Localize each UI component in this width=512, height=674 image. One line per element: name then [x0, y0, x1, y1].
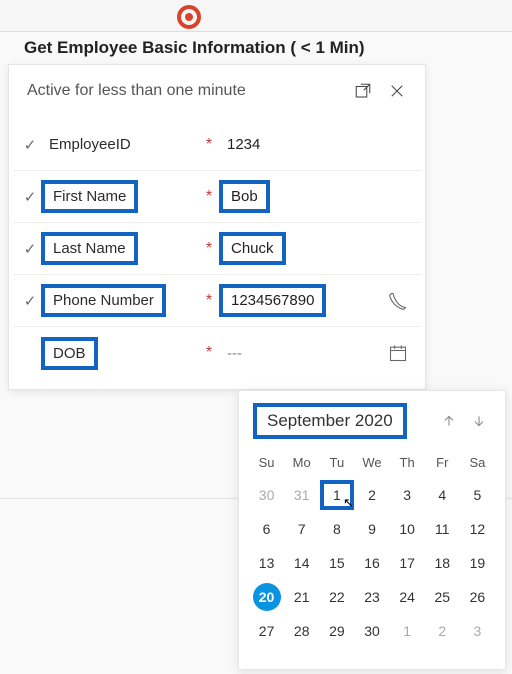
field-first-name: ✓ First Name * Bob — [13, 171, 421, 223]
field-phone: ✓ Phone Number * 1234567890 — [13, 275, 421, 327]
calendar-icon[interactable] — [381, 343, 415, 363]
check-icon: ✓ — [19, 136, 41, 154]
field-label: Phone Number — [41, 284, 166, 317]
breadcrumb-duration: ( < 1 Min) — [286, 38, 365, 57]
field-employee-id: ✓ EmployeeID * 1234 — [13, 119, 421, 171]
calendar-day[interactable]: 19 — [460, 548, 495, 578]
field-value[interactable]: --- — [219, 341, 250, 366]
breadcrumb: Get Employee Basic Information ( < 1 Min… — [24, 38, 512, 58]
calendar-day[interactable]: 2 — [425, 616, 460, 646]
calendar-day[interactable]: 13 — [249, 548, 284, 578]
breadcrumb-title: Get Employee Basic Information — [24, 38, 286, 57]
required-asterisk: * — [199, 240, 219, 258]
app-top-bar — [0, 0, 512, 32]
calendar-day[interactable]: 30 — [249, 480, 284, 510]
task-panel: Active for less than one minute ✓ Employ… — [8, 64, 426, 390]
calendar-day[interactable]: 1 — [390, 616, 425, 646]
calendar-day[interactable]: 3 — [460, 616, 495, 646]
dow-label: Sa — [460, 449, 495, 476]
calendar-day[interactable]: 16 — [354, 548, 389, 578]
calendar-day[interactable]: 4 — [425, 480, 460, 510]
required-asterisk: * — [199, 188, 219, 206]
calendar-day[interactable]: 24 — [390, 582, 425, 612]
calendar-day[interactable]: 17 — [390, 548, 425, 578]
close-icon[interactable] — [387, 81, 407, 101]
calendar-day[interactable]: 27 — [249, 616, 284, 646]
field-label: First Name — [41, 180, 138, 213]
field-value[interactable]: 1234567890 — [219, 284, 326, 317]
field-value[interactable]: 1234 — [219, 132, 268, 157]
month-year-label[interactable]: September 2020 — [253, 403, 407, 439]
date-picker: September 2020 SuMoTuWeThFrSa30311↖23456… — [238, 390, 506, 670]
calendar-day[interactable]: 1↖ — [319, 480, 354, 510]
calendar-day[interactable]: 22 — [319, 582, 354, 612]
check-icon: ✓ — [19, 240, 41, 258]
required-asterisk: * — [199, 292, 219, 310]
calendar-day[interactable]: 31 — [284, 480, 319, 510]
dow-label: Th — [390, 449, 425, 476]
phone-icon[interactable] — [381, 291, 415, 311]
field-label: Last Name — [41, 232, 138, 265]
dow-label: Fr — [425, 449, 460, 476]
mouse-cursor-icon: ↖ — [343, 492, 354, 514]
dow-label: We — [354, 449, 389, 476]
calendar-day[interactable]: 7 — [284, 514, 319, 544]
calendar-day[interactable]: 12 — [460, 514, 495, 544]
calendar-day[interactable]: 26 — [460, 582, 495, 612]
field-label: EmployeeID — [41, 132, 139, 157]
check-icon: ✓ — [19, 188, 41, 206]
calendar-day[interactable]: 29 — [319, 616, 354, 646]
calendar-day[interactable]: 5 — [460, 480, 495, 510]
required-asterisk: * — [199, 136, 219, 154]
calendar-day[interactable]: 23 — [354, 582, 389, 612]
calendar-day[interactable]: 25 — [425, 582, 460, 612]
calendar-day[interactable]: 21 — [284, 582, 319, 612]
calendar-day[interactable]: 10 — [390, 514, 425, 544]
calendar-day[interactable]: 3 — [390, 480, 425, 510]
calendar-day[interactable]: 8 — [319, 514, 354, 544]
calendar-day[interactable]: 20 — [253, 583, 281, 611]
popout-icon[interactable] — [353, 81, 373, 101]
dow-label: Mo — [284, 449, 319, 476]
calendar-day[interactable]: 18 — [425, 548, 460, 578]
calendar-day[interactable]: 6 — [249, 514, 284, 544]
check-icon: ✓ — [19, 292, 41, 310]
field-value[interactable]: Bob — [219, 180, 270, 213]
fields-list: ✓ EmployeeID * 1234 ✓ First Name * Bob ✓… — [9, 111, 425, 379]
target-icon — [177, 5, 201, 29]
field-dob: DOB * --- — [13, 327, 421, 379]
calendar-day[interactable]: 14 — [284, 548, 319, 578]
calendar-day[interactable]: 11 — [425, 514, 460, 544]
dow-label: Tu — [319, 449, 354, 476]
field-last-name: ✓ Last Name * Chuck — [13, 223, 421, 275]
required-asterisk: * — [199, 344, 219, 362]
prev-month-button[interactable] — [437, 409, 461, 433]
dow-label: Su — [249, 449, 284, 476]
calendar-day[interactable]: 9 — [354, 514, 389, 544]
calendar-day[interactable]: 30 — [354, 616, 389, 646]
calendar-day[interactable]: 15 — [319, 548, 354, 578]
calendar-day[interactable]: 2 — [354, 480, 389, 510]
next-month-button[interactable] — [467, 409, 491, 433]
field-label: DOB — [41, 337, 98, 370]
calendar-day[interactable]: 28 — [284, 616, 319, 646]
calendar-grid: SuMoTuWeThFrSa30311↖23456789101112131415… — [249, 449, 495, 646]
field-value[interactable]: Chuck — [219, 232, 286, 265]
panel-subtitle: Active for less than one minute — [27, 82, 246, 100]
panel-header: Active for less than one minute — [9, 65, 425, 111]
